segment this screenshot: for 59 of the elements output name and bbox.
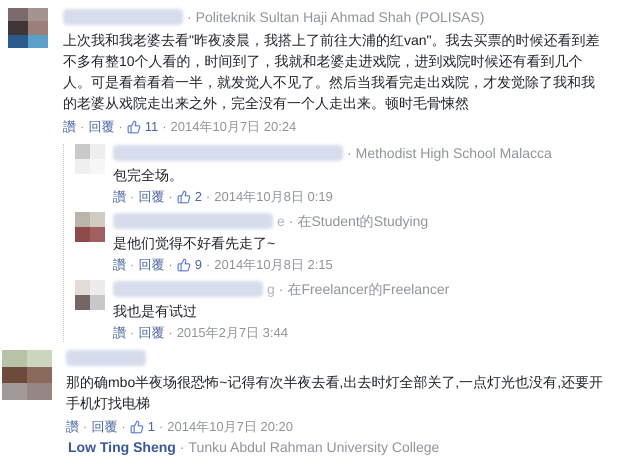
comment-text: 我也是有试过: [113, 302, 198, 321]
thumbs-up-icon: [130, 420, 144, 434]
separator: ·: [80, 118, 84, 136]
like-count[interactable]: 9: [194, 256, 202, 274]
thumbs-up-icon: [176, 258, 191, 272]
timestamp[interactable]: 2015年2月7日 3:44: [176, 324, 288, 342]
separator: ·: [180, 438, 185, 456]
separator: ·: [83, 418, 88, 436]
separator: ·: [118, 118, 123, 136]
affiliation[interactable]: 在Freelancer的Freelancer: [287, 280, 450, 298]
separator: ·: [121, 418, 126, 436]
separator: ·: [168, 256, 173, 274]
like-count[interactable]: 11: [144, 118, 158, 136]
timestamp[interactable]: 2014年10月8日 2:15: [214, 256, 333, 274]
reply-link[interactable]: 回覆: [138, 256, 164, 274]
avatar[interactable]: [75, 212, 105, 242]
thumbs-up-icon: [126, 120, 141, 134]
name-fragment: g: [267, 280, 275, 298]
like-link[interactable]: 讚: [113, 324, 126, 342]
separator: ·: [278, 280, 284, 298]
reply-link[interactable]: 回覆: [138, 188, 164, 206]
separator: ·: [288, 212, 294, 230]
like-link[interactable]: 讚: [63, 118, 76, 136]
separator: ·: [130, 324, 134, 342]
timestamp[interactable]: 2014年10月7日 20:20: [167, 418, 294, 436]
thumbs-up-icon: [176, 190, 191, 204]
like-count[interactable]: 2: [194, 188, 202, 206]
comment-text: 是他们觉得不好看先走了~: [113, 234, 276, 253]
separator: ·: [187, 8, 192, 26]
separator: ·: [168, 188, 173, 206]
like-link[interactable]: 讚: [66, 418, 79, 436]
affiliation[interactable]: Tunku Abdul Rahman University College: [188, 438, 440, 456]
like-link[interactable]: 讚: [113, 256, 126, 274]
like-count[interactable]: 1: [148, 418, 155, 436]
separator: ·: [130, 188, 134, 206]
separator: ·: [206, 188, 210, 206]
like-link[interactable]: 讚: [113, 188, 126, 206]
timestamp[interactable]: 2014年10月7日 20:24: [170, 118, 296, 136]
avatar[interactable]: [8, 8, 48, 48]
timestamp[interactable]: 2014年10月8日 0:19: [214, 188, 333, 206]
comment-text: 包完全场。: [113, 166, 184, 185]
avatar[interactable]: [75, 280, 105, 310]
separator: ·: [162, 118, 167, 136]
separator: ·: [130, 256, 134, 274]
separator: ·: [158, 418, 164, 436]
avatar[interactable]: [2, 350, 52, 400]
name-fragment: e: [277, 212, 285, 230]
separator: ·: [206, 256, 210, 274]
comment-text: 上次我和我老婆去看"昨夜凌晨，我搭上了前往大浦的红van"。我去买票的时候还看到差不多有整10个人看的，时间到了，我就和老婆走进戏院，进到戏院时候还有看到几个人。可是看着看着一半，就发觉人不见了。然后当我看完走出戏院，才发觉除了我和我的老婆从戏院走出来之外，完全没有一个人走出来。顿时毛骨悚然: [63, 31, 601, 113]
reply-link[interactable]: 回覆: [138, 324, 164, 342]
separator: ·: [347, 144, 352, 162]
commenter-name[interactable]: Low Ting Sheng: [68, 438, 176, 456]
affiliation[interactable]: Politeknik Sultan Haji Ahmad Shah (POLISAS): [196, 8, 484, 26]
affiliation[interactable]: Methodist High School Malacca: [356, 144, 552, 162]
affiliation[interactable]: 在Student的Studying: [297, 212, 428, 230]
reply-link[interactable]: 回覆: [88, 118, 114, 136]
separator: ·: [168, 324, 173, 342]
comment-text: 那的确mbo半夜场很恐怖~记得有次半夜去看,出去时灯全部关了,一点灯光也没有,还要开手机灯找电梯: [66, 373, 604, 413]
reply-link[interactable]: 回覆: [91, 418, 118, 436]
